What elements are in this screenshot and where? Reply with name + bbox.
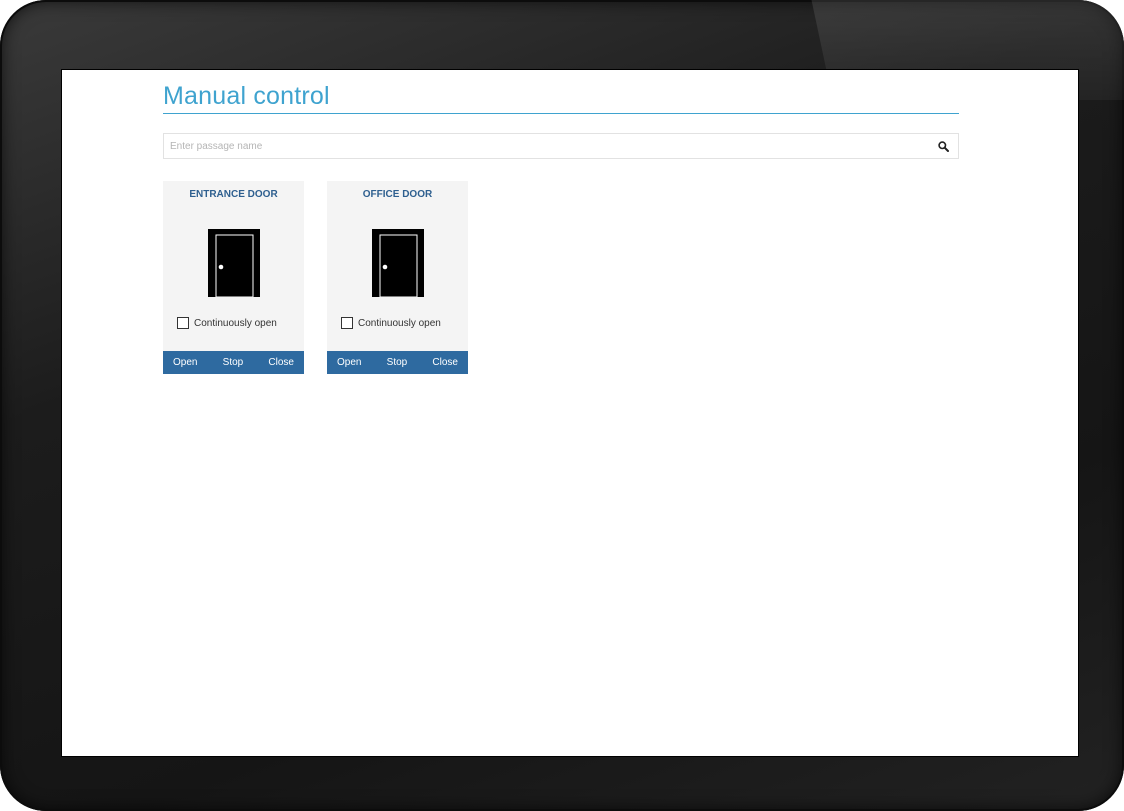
continuously-open-row[interactable]: Continuously open <box>341 317 441 329</box>
door-title: ENTRANCE DOOR <box>189 189 278 200</box>
open-button[interactable]: Open <box>337 357 361 368</box>
continuously-open-label: Continuously open <box>358 317 441 329</box>
door-icon <box>208 229 260 297</box>
door-card-office: OFFICE DOOR Continuously open Open Stop … <box>327 181 468 374</box>
open-button[interactable]: Open <box>173 357 197 368</box>
continuously-open-row[interactable]: Continuously open <box>177 317 277 329</box>
main-content: Manual control ENTRANCE DOOR <box>163 78 959 374</box>
door-title: OFFICE DOOR <box>362 189 433 200</box>
page-title: Manual control <box>163 78 959 114</box>
search-icon[interactable] <box>938 141 949 152</box>
door-action-bar: Open Stop Close <box>163 351 304 374</box>
door-card-entrance: ENTRANCE DOOR Continuously open Open Sto… <box>163 181 304 374</box>
door-icon <box>372 229 424 297</box>
tablet-frame: Manual control ENTRANCE DOOR <box>0 0 1124 811</box>
close-button[interactable]: Close <box>432 357 458 368</box>
search-box[interactable] <box>163 133 959 159</box>
stop-button[interactable]: Stop <box>387 357 408 368</box>
continuously-open-checkbox[interactable] <box>177 317 189 329</box>
screen: Manual control ENTRANCE DOOR <box>61 69 1079 757</box>
continuously-open-checkbox[interactable] <box>341 317 353 329</box>
door-action-bar: Open Stop Close <box>327 351 468 374</box>
stop-button[interactable]: Stop <box>223 357 244 368</box>
search-input[interactable] <box>164 134 910 158</box>
continuously-open-label: Continuously open <box>194 317 277 329</box>
close-button[interactable]: Close <box>268 357 294 368</box>
